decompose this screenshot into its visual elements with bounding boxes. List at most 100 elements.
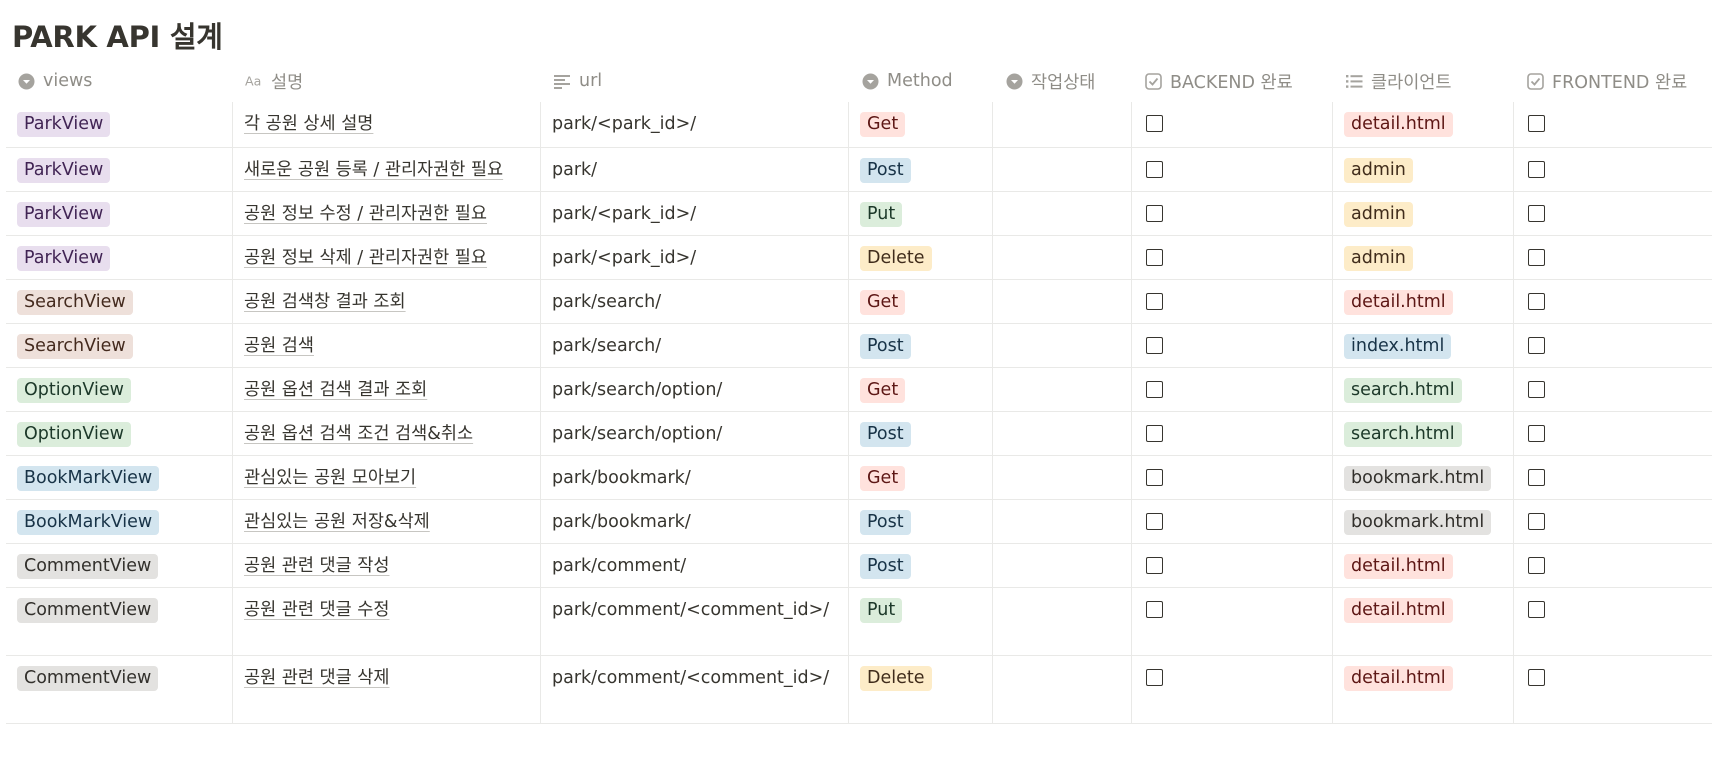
cell-method[interactable]: Post — [849, 324, 993, 367]
column-header-status[interactable]: 작업상태 — [993, 60, 1132, 102]
description-text[interactable]: 공원 옵션 검색 결과 조회 — [244, 380, 427, 400]
cell-url[interactable]: park/ — [541, 148, 849, 191]
cell-status[interactable] — [993, 456, 1132, 499]
cell-views[interactable]: ParkView — [6, 148, 233, 191]
frontend-done-checkbox[interactable] — [1528, 381, 1545, 398]
cell-client[interactable]: search.html — [1333, 368, 1514, 411]
description-text[interactable]: 공원 관련 댓글 수정 — [244, 600, 390, 620]
backend-done-checkbox[interactable] — [1146, 557, 1163, 574]
cell-views[interactable]: ParkView — [6, 192, 233, 235]
backend-done-checkbox[interactable] — [1146, 205, 1163, 222]
cell-status[interactable] — [993, 148, 1132, 191]
cell-frontend-done[interactable] — [1514, 236, 1712, 279]
table-row[interactable]: ParkView 각 공원 상세 설명 park/<park_id>/ Get deta… — [6, 102, 1712, 148]
table-row[interactable]: ParkView 공원 정보 삭제 / 관리자권한 필요 park/<park_id… — [6, 236, 1712, 280]
cell-description[interactable]: 각 공원 상세 설명 — [233, 102, 541, 147]
cell-client[interactable]: detail.html — [1333, 102, 1514, 147]
table-row[interactable]: CommentView 공원 관련 댓글 작성 park/comment/Post d… — [6, 544, 1712, 588]
cell-views[interactable]: OptionView — [6, 368, 233, 411]
cell-description[interactable]: 공원 관련 댓글 삭제 — [233, 656, 541, 723]
cell-frontend-done[interactable] — [1514, 412, 1712, 455]
description-text[interactable]: 관심있는 공원 저장&삭제 — [244, 512, 430, 532]
description-text[interactable]: 각 공원 상세 설명 — [244, 114, 373, 134]
cell-url[interactable]: park/search/ — [541, 280, 849, 323]
cell-description[interactable]: 공원 정보 삭제 / 관리자권한 필요 — [233, 236, 541, 279]
cell-status[interactable] — [993, 102, 1132, 147]
cell-backend-done[interactable] — [1132, 148, 1333, 191]
cell-client[interactable]: bookmark.html — [1333, 500, 1514, 543]
cell-method[interactable]: Post — [849, 544, 993, 587]
table-row[interactable]: CommentView 공원 관련 댓글 삭제 park/comment/<comm… — [6, 656, 1712, 724]
cell-url[interactable]: park/comment/<comment_id>/ — [541, 656, 849, 723]
cell-method[interactable]: Post — [849, 412, 993, 455]
table-row[interactable]: SearchView 공원 검색창 결과 조회 park/search/Get det… — [6, 280, 1712, 324]
frontend-done-checkbox[interactable] — [1528, 337, 1545, 354]
database-title[interactable]: PARK API 설계 — [12, 14, 223, 56]
cell-url[interactable]: park/bookmark/ — [541, 456, 849, 499]
description-text[interactable]: 공원 관련 댓글 작성 — [244, 556, 390, 576]
frontend-done-checkbox[interactable] — [1528, 293, 1545, 310]
table-row[interactable]: SearchView 공원 검색 park/search/Post index.htm… — [6, 324, 1712, 368]
table-row[interactable]: ParkView 공원 정보 수정 / 관리자권한 필요 park/<park_id… — [6, 192, 1712, 236]
frontend-done-checkbox[interactable] — [1528, 669, 1545, 686]
cell-views[interactable]: SearchView — [6, 280, 233, 323]
cell-frontend-done[interactable] — [1514, 456, 1712, 499]
description-text[interactable]: 공원 옵션 검색 조건 검색&취소 — [244, 424, 473, 444]
cell-views[interactable]: CommentView — [6, 544, 233, 587]
table-row[interactable]: OptionView 공원 옵션 검색 조건 검색&취소 park/search/o… — [6, 412, 1712, 456]
table-row[interactable]: BookMarkView 관심있는 공원 저장&삭제 park/bookmark/P… — [6, 500, 1712, 544]
cell-client[interactable]: admin — [1333, 192, 1514, 235]
backend-done-checkbox[interactable] — [1146, 293, 1163, 310]
cell-views[interactable]: SearchView — [6, 324, 233, 367]
description-text[interactable]: 공원 관련 댓글 삭제 — [244, 668, 390, 688]
cell-frontend-done[interactable] — [1514, 500, 1712, 543]
cell-views[interactable]: CommentView — [6, 588, 233, 655]
cell-url[interactable]: park/search/ — [541, 324, 849, 367]
cell-client[interactable]: detail.html — [1333, 656, 1514, 723]
frontend-done-checkbox[interactable] — [1528, 601, 1545, 618]
cell-status[interactable] — [993, 500, 1132, 543]
description-text[interactable]: 공원 검색창 결과 조회 — [244, 292, 406, 312]
cell-views[interactable]: ParkView — [6, 236, 233, 279]
frontend-done-checkbox[interactable] — [1528, 425, 1545, 442]
cell-description[interactable]: 공원 관련 댓글 작성 — [233, 544, 541, 587]
column-header-description[interactable]: Aa 설명 — [233, 60, 541, 102]
cell-url[interactable]: park/<park_id>/ — [541, 102, 849, 147]
cell-client[interactable]: index.html — [1333, 324, 1514, 367]
cell-backend-done[interactable] — [1132, 544, 1333, 587]
frontend-done-checkbox[interactable] — [1528, 249, 1545, 266]
cell-views[interactable]: ParkView — [6, 102, 233, 147]
description-text[interactable]: 공원 정보 수정 / 관리자권한 필요 — [244, 204, 487, 224]
cell-frontend-done[interactable] — [1514, 588, 1712, 655]
cell-method[interactable]: Get — [849, 456, 993, 499]
cell-url[interactable]: park/comment/ — [541, 544, 849, 587]
cell-backend-done[interactable] — [1132, 236, 1333, 279]
column-header-client[interactable]: 클라이언트 — [1333, 60, 1514, 102]
cell-status[interactable] — [993, 192, 1132, 235]
cell-backend-done[interactable] — [1132, 192, 1333, 235]
cell-url[interactable]: park/bookmark/ — [541, 500, 849, 543]
cell-views[interactable]: BookMarkView — [6, 456, 233, 499]
cell-client[interactable]: admin — [1333, 148, 1514, 191]
cell-description[interactable]: 관심있는 공원 모아보기 — [233, 456, 541, 499]
cell-method[interactable]: Put — [849, 192, 993, 235]
cell-client[interactable]: detail.html — [1333, 280, 1514, 323]
backend-done-checkbox[interactable] — [1146, 601, 1163, 618]
table-row[interactable]: ParkView 새로운 공원 등록 / 관리자권한 필요 park/Post adm… — [6, 148, 1712, 192]
frontend-done-checkbox[interactable] — [1528, 115, 1545, 132]
cell-backend-done[interactable] — [1132, 588, 1333, 655]
cell-url[interactable]: park/search/option/ — [541, 368, 849, 411]
backend-done-checkbox[interactable] — [1146, 161, 1163, 178]
frontend-done-checkbox[interactable] — [1528, 513, 1545, 530]
cell-status[interactable] — [993, 544, 1132, 587]
cell-method[interactable]: Get — [849, 280, 993, 323]
column-header-views[interactable]: views — [6, 60, 233, 102]
cell-status[interactable] — [993, 412, 1132, 455]
cell-description[interactable]: 관심있는 공원 저장&삭제 — [233, 500, 541, 543]
cell-backend-done[interactable] — [1132, 412, 1333, 455]
cell-method[interactable]: Post — [849, 500, 993, 543]
description-text[interactable]: 관심있는 공원 모아보기 — [244, 468, 416, 488]
cell-method[interactable]: Post — [849, 148, 993, 191]
cell-client[interactable]: detail.html — [1333, 544, 1514, 587]
cell-frontend-done[interactable] — [1514, 102, 1712, 147]
